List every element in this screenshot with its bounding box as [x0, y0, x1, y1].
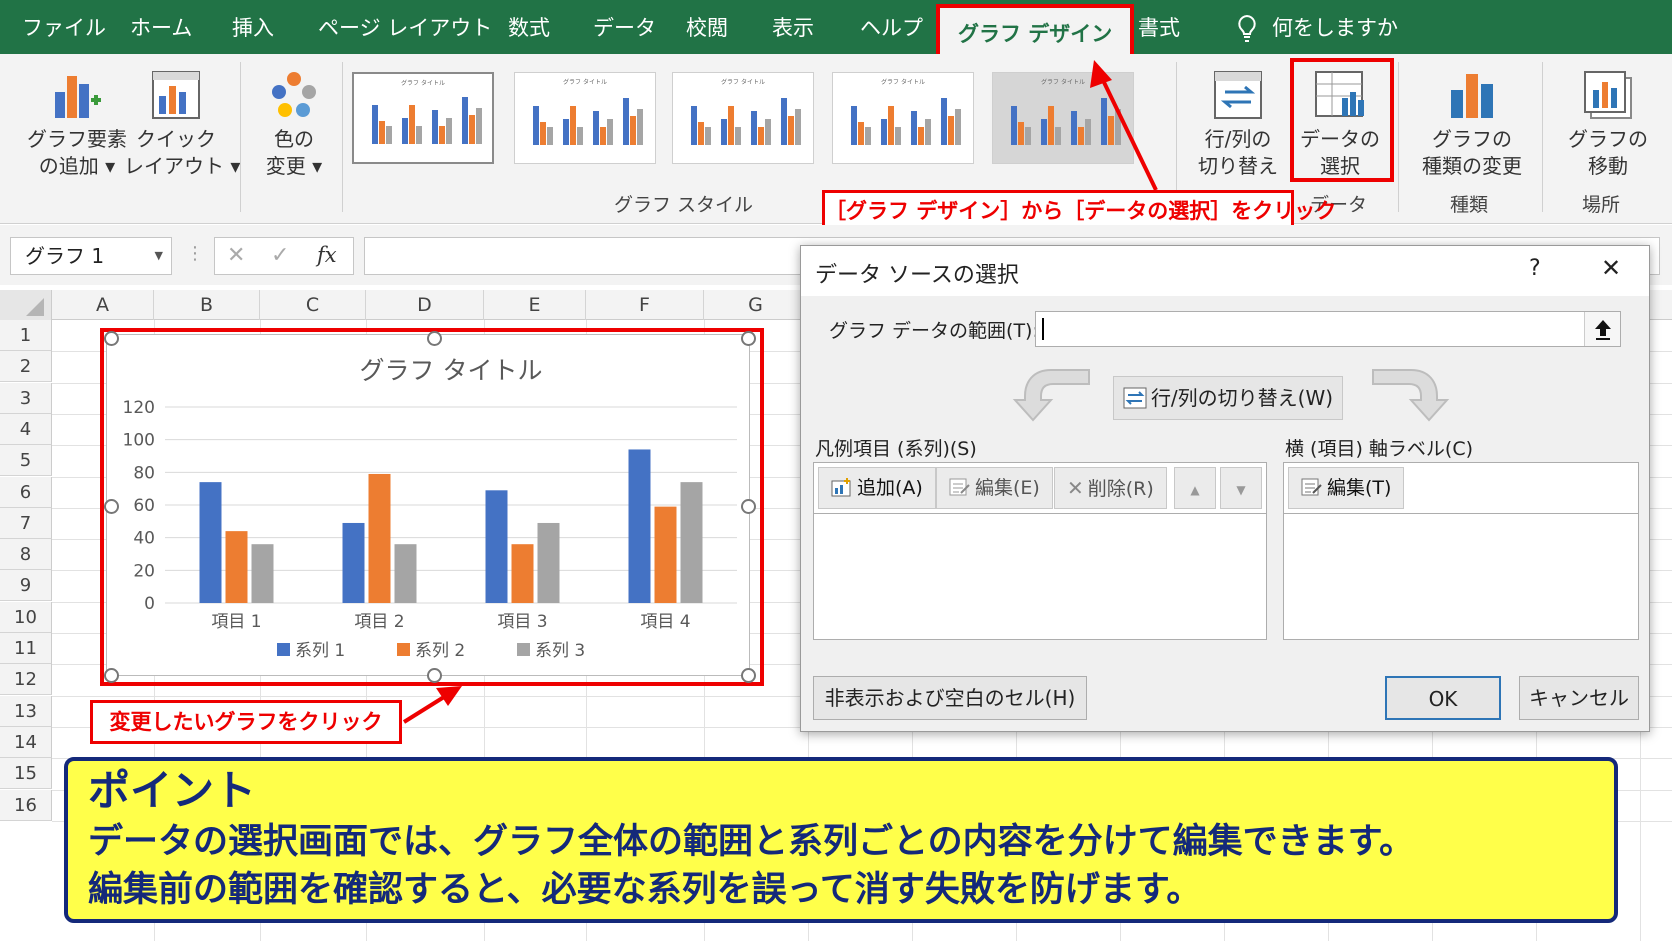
edit-axis-labels-label: 編集(T): [1327, 477, 1392, 499]
close-icon[interactable]: ✕: [1601, 254, 1621, 282]
point-heading: ポイント: [88, 766, 257, 815]
point-line-2: 編集前の範囲を確認すると、必要な系列を誤って消す失敗を防げます。: [88, 870, 1202, 910]
panel-divider: [1284, 513, 1638, 514]
point-box: ポイント データの選択画面では、グラフ全体の範囲と系列ごとの内容を分けて編集でき…: [64, 757, 1618, 923]
axis-labels-label: 横 (項目) 軸ラベル(C): [1285, 438, 1473, 460]
edit-axis-icon: [1301, 478, 1322, 496]
collapse-arrow-icon: [1595, 320, 1611, 340]
edit-series-label: 編集(E): [975, 477, 1040, 499]
legend-entries-panel: 追加(A) 編集(E) ✕ 削除(R) ▲ ▼: [813, 462, 1267, 640]
arrow-head-chart: [436, 686, 462, 706]
axis-labels-panel: 編集(T): [1283, 462, 1639, 640]
collapse-dialog-button[interactable]: [1584, 312, 1620, 346]
panel-divider: [814, 513, 1266, 514]
switch-row-column-dialog-label: 行/列の切り替え(W): [1150, 386, 1334, 410]
chart-data-range-value: [1042, 318, 1046, 340]
move-down-button[interactable]: ▼: [1220, 467, 1262, 509]
arrow-up-icon: ▲: [1190, 483, 1200, 497]
arrow-head-ribbon: [1090, 60, 1112, 88]
edit-axis-labels-button[interactable]: 編集(T): [1288, 467, 1405, 509]
edit-series-icon: [949, 478, 970, 496]
edit-series-button[interactable]: 編集(E): [936, 467, 1053, 509]
delete-x-icon: ✕: [1067, 476, 1084, 500]
chart-data-range-label: グラフ データの範囲(T):: [829, 320, 1039, 342]
select-data-source-dialog: データ ソースの選択 ? ✕ グラフ データの範囲(T): 行/列の切り替え(W…: [800, 245, 1650, 732]
add-series-button[interactable]: 追加(A): [818, 467, 936, 509]
right-curved-arrow-icon: [1372, 369, 1450, 422]
switch-row-column-dialog-button[interactable]: 行/列の切り替え(W): [1113, 376, 1343, 420]
legend-entries-label: 凡例項目 (系列)(S): [815, 438, 977, 460]
add-series-icon: [831, 478, 851, 497]
left-curved-arrow-icon: [1012, 369, 1090, 422]
chart-data-range-input[interactable]: [1035, 311, 1621, 347]
arrow-down-icon: ▼: [1236, 483, 1246, 497]
arrow-line-ribbon: [1098, 73, 1158, 191]
add-series-label: 追加(A): [857, 477, 923, 499]
delete-series-button[interactable]: ✕ 削除(R): [1054, 467, 1167, 509]
dialog-title: データ ソースの選択: [815, 263, 1019, 288]
move-up-button[interactable]: ▲: [1174, 467, 1216, 509]
hidden-empty-cells-button[interactable]: 非表示および空白のセル(H): [813, 676, 1087, 720]
point-line-1: データの選択画面では、グラフ全体の範囲と系列ごとの内容を分けて編集できます。: [88, 822, 1415, 862]
ok-button[interactable]: OK: [1385, 676, 1501, 720]
dialog-titlebar: データ ソースの選択 ? ✕: [801, 246, 1649, 296]
cancel-button[interactable]: キャンセル: [1519, 676, 1639, 720]
delete-series-label: 削除(R): [1087, 478, 1154, 500]
help-icon[interactable]: ?: [1529, 256, 1541, 281]
switch-row-column-small-icon: [1123, 387, 1147, 409]
